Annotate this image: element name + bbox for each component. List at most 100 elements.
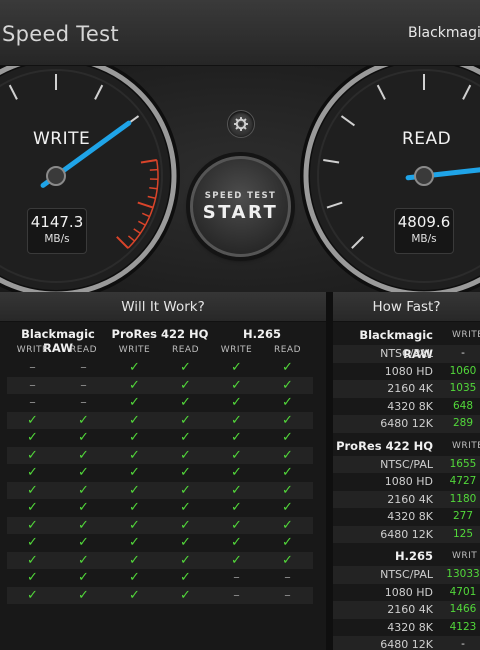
read-needle-hub [414,166,434,186]
table-row: ✓ ✓ ✓ ✓ ✓ ✓ [7,464,313,482]
checkmark-icon: ✓ [27,482,38,498]
read-gauge-label: READ [402,129,452,149]
checkmark-icon: ✓ [78,447,89,463]
checkmark-icon: ✓ [129,482,140,498]
resolution-label: 2160 4K [387,492,433,506]
checkmark-icon: ✓ [78,412,89,428]
list-item: 6480 12K - [333,636,480,650]
will-it-work-table: Blackmagic RAW ProRes 422 HQ H.265 WRITE… [7,322,313,604]
checkmark-icon: ✓ [282,447,293,463]
dash-icon: – [80,395,87,410]
codec-header-braw: Blackmagic RAW [21,327,95,355]
checkmark-icon: ✓ [180,447,191,463]
list-item: 2160 4K 1466 [333,601,480,619]
how-fast-codec-name: ProRes 422 HQ [336,438,433,453]
checkmark-icon: ✓ [231,395,242,410]
write-minor-tick [149,187,158,190]
checkmark-icon: ✓ [27,552,38,568]
start-button-caption: SPEED TEST [204,190,277,201]
checkmark-icon: ✓ [282,500,293,515]
dash-icon: – [29,360,36,375]
checkmark-icon: ✓ [129,517,140,533]
dash-icon: – [80,377,87,393]
write-speed-unit: MB/s [44,233,70,245]
checkmark-icon: ✓ [231,360,242,375]
how-fast-column-header: WRITE [452,330,480,340]
codec-header-h265: H.265 [243,327,281,341]
brand-logo: Blackmagicdesign [408,25,480,41]
checkmark-icon: ✓ [231,517,242,533]
list-item: NTSC/PAL - [333,345,480,363]
resolution-label: 1080 HD [384,475,433,488]
resolution-label: 4320 8K [387,399,433,413]
checkmark-icon: ✓ [78,430,89,445]
checkmark-icon: ✓ [231,465,242,480]
list-item: NTSC/PAL 1655 [333,455,480,473]
checkmark-icon: ✓ [180,465,191,480]
checkmark-icon: ✓ [129,360,140,375]
fps-value: 4123 [449,620,477,633]
checkmark-icon: ✓ [129,587,140,603]
checkmark-icon: ✓ [129,412,140,428]
list-item: 1080 HD 1060 [333,363,480,381]
list-item: 6480 12K 125 [333,525,480,543]
checkmark-icon: ✓ [129,395,140,410]
how-fast-title: How Fast? [333,292,480,322]
codec-header-row: Blackmagic RAW ProRes 422 HQ H.265 [7,327,313,355]
checkmark-icon: ✓ [78,552,89,568]
fps-value: 648 [452,399,474,412]
will-it-work-rows: – – ✓ ✓ ✓ ✓ – – ✓ ✓ ✓ ✓ – – ✓ ✓ ✓ ✓ ✓ ✓ ✓ ✓ ✓ ✓ ✓ ✓ ✓ ✓ ✓ ✓ ✓ ✓ ✓ ✓ ✓ ✓ ✓ ✓ ✓ ✓… [7,359,313,604]
table-row: ✓ ✓ ✓ ✓ ✓ ✓ [7,411,313,429]
checkmark-icon: ✓ [129,430,140,445]
dash-icon: – [29,377,36,393]
write-minor-tick [149,168,158,171]
resolution-label: 6480 12K [380,417,433,430]
codec-header-prores: ProRes 422 HQ [111,327,209,341]
h265-write-header: WRITE [220,345,253,355]
prores-write-header: WRITE [118,345,151,355]
checkmark-icon: ✓ [180,570,191,585]
checkmark-icon: ✓ [231,430,242,445]
table-row: ✓ ✓ ✓ ✓ – – [7,586,313,604]
resolution-label: NTSC/PAL [380,568,433,581]
write-gauge [0,66,180,292]
checkmark-icon: ✓ [78,517,89,533]
resolution-label: NTSC/PAL [380,457,433,471]
start-button-label: START [202,201,279,223]
fps-value: 1655 [449,457,477,470]
checkmark-icon: ✓ [27,412,38,428]
checkmark-icon: ✓ [282,517,293,533]
checkmark-icon: ✓ [27,430,38,445]
checkmark-icon: ✓ [231,377,242,393]
list-item: 2160 4K 1035 [333,380,480,398]
checkmark-icon: ✓ [78,535,89,550]
checkmark-icon: ✓ [129,570,140,585]
settings-button[interactable] [227,110,255,138]
fps-value: 1466 [449,603,477,615]
gauge-area: WRITE 4147.3 MB/s READ 4809.6 MB/s SPEED… [0,66,480,292]
checkmark-icon: ✓ [180,587,191,603]
resolution-label: 1080 HD [384,364,433,378]
checkmark-icon: ✓ [129,447,140,463]
resolution-label: 6480 12K [380,638,433,650]
list-item: 4320 8K 648 [333,398,480,416]
write-readout: 4147.3 MB/s [27,208,87,254]
speed-test-start-button[interactable]: SPEED TEST START [190,156,291,257]
list-item: 1080 HD 4701 [333,584,480,602]
resolution-label: NTSC/PAL [380,347,433,360]
resolution-label: 4320 8K [387,620,433,634]
fps-value: 289 [452,417,474,429]
checkmark-icon: ✓ [282,552,293,568]
checkmark-icon: ✓ [180,412,191,428]
fps-value: 1035 [449,382,477,394]
table-row: ✓ ✓ ✓ ✓ ✓ ✓ [7,551,313,569]
checkmark-icon: ✓ [180,430,191,445]
h265-read-header: READ [273,345,302,355]
fps-value: 1060 [449,364,477,377]
checkmark-icon: ✓ [180,395,191,410]
checkmark-icon: ✓ [129,500,140,515]
how-fast-table: Blackmagic RAW WRITE NTSC/PAL - 1080 HD 1060 2… [333,322,480,650]
checkmark-icon: ✓ [129,377,140,393]
checkmark-icon: ✓ [27,517,38,533]
fps-value: - [461,638,465,650]
